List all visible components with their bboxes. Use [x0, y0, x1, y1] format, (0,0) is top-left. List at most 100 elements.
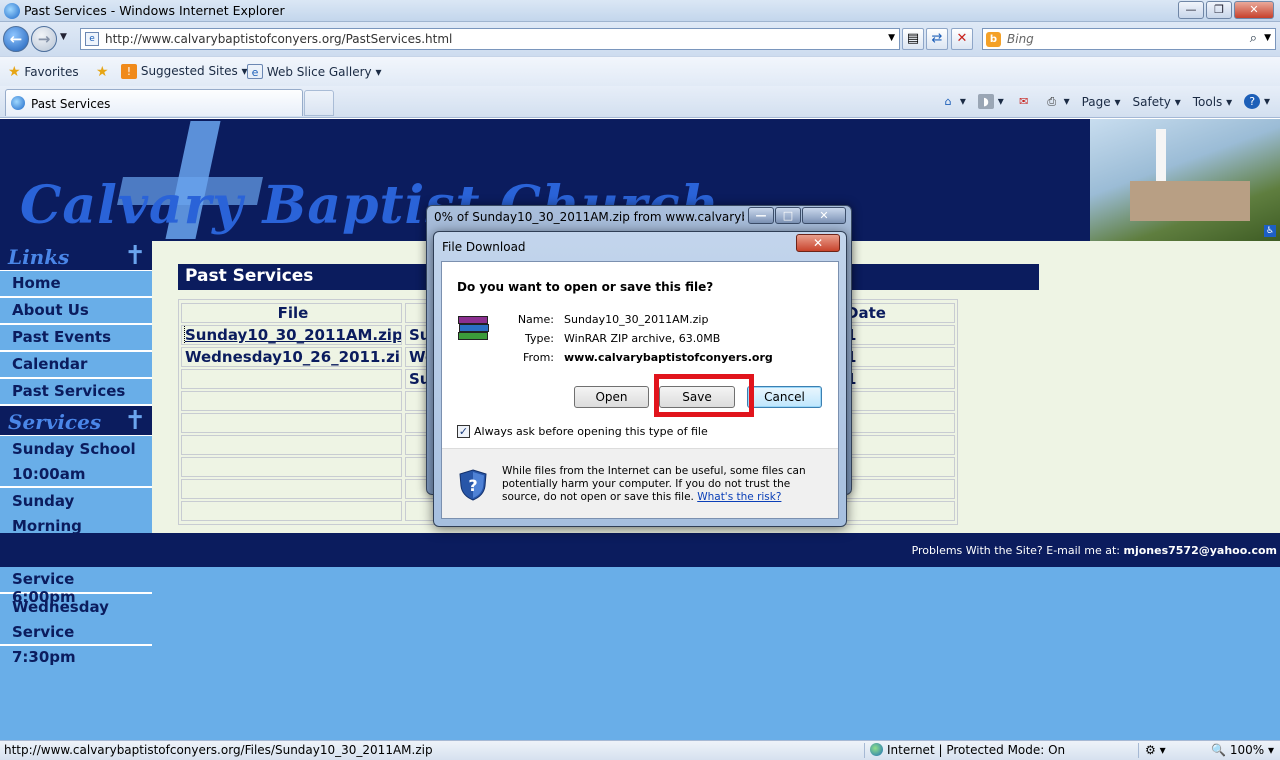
close-window-button[interactable]: ✕ [1234, 1, 1274, 19]
recent-pages-dropdown[interactable]: ▼ [60, 32, 67, 42]
save-highlight-annotation [654, 374, 754, 417]
new-tab-button[interactable] [304, 90, 334, 116]
read-mail-button[interactable]: ✉ [1012, 92, 1036, 111]
add-to-favorites-bar-button[interactable]: ★ [96, 64, 109, 80]
progress-maximize-button[interactable]: □ [775, 207, 801, 224]
tools-menu-label: Tools [1192, 94, 1223, 109]
church-photo: ♿ [1090, 119, 1280, 241]
date-cell: 1 [842, 369, 955, 389]
page-menu[interactable]: Page ▾ [1078, 93, 1125, 111]
minimize-button[interactable]: — [1178, 1, 1204, 19]
name-label: Name: [517, 313, 554, 326]
search-options-icon[interactable]: ▼ [1264, 33, 1271, 43]
maximize-button[interactable]: ❐ [1206, 1, 1232, 19]
zone-label: Internet | Protected Mode: On [887, 743, 1066, 757]
dialog-body: Do you want to open or save this file? N… [441, 261, 839, 519]
feeds-button[interactable]: ◗ ▾ [974, 92, 1008, 111]
cancel-button[interactable]: Cancel [747, 386, 822, 408]
home-button[interactable]: ⌂ ▾ [936, 92, 970, 111]
web-slice-icon: e [247, 64, 263, 79]
service-wednesday: Wednesday Service 7:30pm [0, 594, 152, 666]
footer-contact: Problems With the Site? E-mail me at: mj… [912, 544, 1277, 557]
warning-text: While files from the Internet can be use… [502, 465, 828, 504]
progress-minimize-button[interactable]: — [748, 207, 774, 224]
footer-email-link[interactable]: mjones7572@yahoo.com [1123, 544, 1277, 557]
accessibility-icon: ♿ [1264, 225, 1276, 237]
services-heading-text: Services [8, 410, 102, 434]
open-button[interactable]: Open [574, 386, 649, 408]
search-input[interactable]: b Bing ⌕ ▼ [982, 28, 1276, 50]
always-ask-label[interactable]: Always ask before opening this type of f… [474, 425, 708, 438]
address-input[interactable]: e http://www.calvarybaptistofconyers.org… [80, 28, 900, 50]
protected-mode-settings-icon[interactable]: ⚙ ▾ [1145, 743, 1166, 757]
window-controls: — ❐ ✕ [1178, 1, 1274, 19]
service-sunday-school: Sunday School 10:00am [0, 436, 152, 488]
file-cell: Sunday10_30_2011AM.zip [181, 325, 402, 345]
tab-row: Past Services ⌂ ▾ ◗ ▾ ✉ ⎙ ▾ Page ▾ Safet… [0, 86, 1280, 118]
address-toolbar: ← → ▼ e http://www.calvarybaptistofconye… [0, 22, 1280, 56]
services-cross-icon: ✝ [124, 406, 146, 436]
type-value: WinRAR ZIP archive, 63.0MB [564, 332, 721, 345]
safety-menu[interactable]: Safety ▾ [1129, 93, 1185, 111]
from-label: From: [523, 351, 554, 364]
home-icon: ⌂ [944, 95, 952, 108]
column-header-file: File [181, 303, 402, 323]
dialog-close-button[interactable]: ✕ [796, 234, 840, 252]
print-button[interactable]: ⎙ ▾ [1040, 92, 1074, 111]
always-ask-checkbox[interactable]: ✓ [457, 425, 470, 438]
sidebar-link-past-events[interactable]: Past Events [0, 325, 152, 352]
favorites-bar: ★ Favorites ★ ! Suggested Sites ▾ e Web … [0, 56, 1280, 86]
file-link[interactable]: Wednesday10_26_2011.zip [185, 348, 401, 366]
help-menu[interactable]: ? ▾ [1240, 92, 1274, 111]
stop-button[interactable]: ✕ [951, 28, 973, 50]
refresh-button[interactable]: ⇄ [926, 28, 948, 50]
sidebar-lower: Service 6:00pm Wednesday Service 7:30pm [0, 567, 152, 666]
footer-band: Problems With the Site? E-mail me at: mj… [0, 533, 1280, 567]
file-cell [181, 369, 402, 389]
window-titlebar: Past Services - Windows Internet Explore… [0, 0, 1280, 22]
tab-label: Past Services [31, 97, 111, 111]
file-link[interactable]: Sunday10_30_2011AM.zip [184, 326, 401, 344]
compatibility-view-button[interactable]: ▤ [902, 28, 924, 50]
status-separator [864, 743, 865, 758]
zoom-level[interactable]: 🔍 100% ▾ [1211, 743, 1274, 757]
web-slice-label: Web Slice Gallery [266, 65, 372, 79]
column-header-date: Date [842, 303, 955, 323]
suggested-sites-label: Suggested Sites [140, 64, 238, 78]
file-cell: Wednesday10_26_2011.zip [181, 347, 402, 367]
tab-past-services[interactable]: Past Services [5, 89, 303, 116]
address-dropdown-icon[interactable]: ▼ [888, 33, 895, 43]
dialog-title: File Download [442, 240, 526, 254]
date-cell: 1 [842, 347, 955, 367]
service-sunday-evening: Service 6:00pm [0, 567, 152, 606]
sidebar-link-about-us[interactable]: About Us [0, 298, 152, 325]
sidebar-link-home[interactable]: Home [0, 271, 152, 298]
progress-close-button[interactable]: ✕ [802, 207, 846, 224]
mail-icon: ✉ [1019, 95, 1029, 108]
svg-text:?: ? [468, 476, 477, 495]
help-icon: ? [1244, 94, 1261, 109]
favorites-button[interactable]: ★ Favorites [8, 64, 79, 80]
links-cross-icon: ✝ [124, 241, 146, 271]
sidebar-link-calendar[interactable]: Calendar [0, 352, 152, 379]
safety-menu-label: Safety [1132, 94, 1171, 109]
search-placeholder: Bing [1007, 32, 1034, 46]
suggested-sites-link[interactable]: ! Suggested Sites ▾ [121, 64, 248, 79]
tools-menu[interactable]: Tools ▾ [1189, 93, 1236, 111]
search-icon[interactable]: ⌕ [1250, 31, 1257, 46]
services-heading: Services ✝ [0, 406, 152, 436]
sidebar-link-past-services[interactable]: Past Services [0, 379, 152, 406]
date-cell: 1 [842, 325, 955, 345]
address-url[interactable]: http://www.calvarybaptistofconyers.org/P… [105, 32, 452, 46]
security-zone[interactable]: Internet | Protected Mode: On [870, 743, 1065, 757]
favorites-label: Favorites [24, 65, 79, 79]
forward-button[interactable]: → [31, 26, 57, 52]
footer-text: Problems With the Site? E-mail me at: [911, 544, 1120, 557]
internet-zone-icon [870, 743, 883, 756]
web-slice-gallery-link[interactable]: e Web Slice Gallery ▾ [247, 64, 381, 79]
ie-logo-icon [4, 3, 20, 19]
whats-the-risk-link[interactable]: What's the risk? [697, 491, 781, 503]
dialog-warning-area: ? While files from the Internet can be u… [442, 448, 838, 518]
command-bar: ⌂ ▾ ◗ ▾ ✉ ⎙ ▾ Page ▾ Safety ▾ Tools ▾ ? … [936, 92, 1274, 111]
back-button[interactable]: ← [3, 26, 29, 52]
